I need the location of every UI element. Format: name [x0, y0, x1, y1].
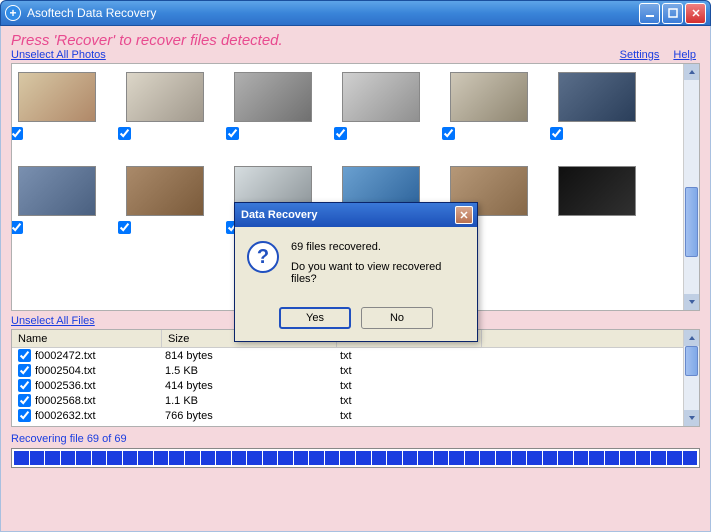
photo-checkbox[interactable] [226, 127, 239, 140]
file-extension: txt [340, 350, 485, 362]
scroll-thumb[interactable] [685, 187, 698, 257]
file-size: 766 bytes [165, 410, 340, 422]
photo-item[interactable] [558, 166, 636, 216]
file-size: 1.1 KB [165, 395, 340, 407]
dialog-message-line2: Do you want to view recovered files? [291, 261, 465, 285]
column-header-empty [482, 330, 699, 347]
photo-thumbnail[interactable] [342, 72, 420, 122]
file-name: f0002504.txt [35, 365, 165, 377]
question-icon: ? [247, 241, 279, 273]
file-checkbox[interactable] [18, 379, 31, 392]
photo-checkbox[interactable] [118, 127, 131, 140]
photo-thumbnail[interactable] [18, 72, 96, 122]
file-checkbox[interactable] [18, 394, 31, 407]
top-link-row: Unselect All Photos Settings Help [11, 49, 700, 61]
file-row[interactable]: f0002504.txt1.5 KBtxt [12, 363, 699, 378]
dialog-close-button[interactable] [455, 206, 473, 224]
progress-bar [11, 448, 700, 468]
title-bar: + Asoftech Data Recovery [0, 0, 711, 26]
file-extension: txt [340, 395, 485, 407]
photo-checkbox[interactable] [11, 127, 23, 140]
file-row[interactable]: f0002536.txt414 bytestxt [12, 378, 699, 393]
app-icon: + [5, 5, 21, 21]
file-row[interactable]: f0002632.txt766 bytestxt [12, 408, 699, 423]
photo-item[interactable] [234, 72, 312, 122]
file-checkbox[interactable] [18, 364, 31, 377]
file-size: 814 bytes [165, 350, 340, 362]
scroll-up-icon[interactable] [684, 64, 699, 80]
maximize-button[interactable] [662, 3, 683, 24]
file-scrollbar[interactable] [683, 330, 699, 426]
photo-thumbnail[interactable] [126, 166, 204, 216]
dialog-message-line1: 69 files recovered. [291, 241, 465, 253]
settings-link[interactable]: Settings [620, 49, 660, 61]
photo-thumbnail[interactable] [558, 166, 636, 216]
photo-thumbnail[interactable] [234, 72, 312, 122]
photo-checkbox[interactable] [442, 127, 455, 140]
photo-checkbox[interactable] [550, 127, 563, 140]
file-checkbox[interactable] [18, 349, 31, 362]
file-name: f0002536.txt [35, 380, 165, 392]
column-header-name[interactable]: Name [12, 330, 162, 347]
photo-item[interactable] [126, 166, 204, 216]
photo-item[interactable] [450, 72, 528, 122]
photo-thumbnail[interactable] [450, 72, 528, 122]
file-extension: txt [340, 410, 485, 422]
close-button[interactable] [685, 3, 706, 24]
photo-checkbox[interactable] [118, 221, 131, 234]
photo-item[interactable] [18, 166, 96, 216]
file-row[interactable]: f0002568.txt1.1 KBtxt [12, 393, 699, 408]
yes-button[interactable]: Yes [279, 307, 351, 329]
scroll-up-icon[interactable] [684, 330, 699, 346]
minimize-button[interactable] [639, 3, 660, 24]
file-row[interactable]: f0002472.txt814 bytestxt [12, 348, 699, 363]
unselect-all-files-link[interactable]: Unselect All Files [11, 315, 95, 327]
window-title: Asoftech Data Recovery [27, 6, 639, 20]
scroll-thumb[interactable] [685, 346, 698, 376]
file-extension: txt [340, 380, 485, 392]
instruction-text: Press 'Recover' to recover files detecte… [11, 32, 700, 49]
photo-item[interactable] [342, 72, 420, 122]
file-name: f0002632.txt [35, 410, 165, 422]
unselect-all-photos-link[interactable]: Unselect All Photos [11, 49, 106, 61]
photo-checkbox[interactable] [334, 127, 347, 140]
file-checkbox[interactable] [18, 409, 31, 422]
file-extension: txt [340, 365, 485, 377]
recovery-dialog: Data Recovery ? 69 files recovered. Do y… [234, 202, 478, 342]
dialog-title-bar: Data Recovery [235, 203, 477, 227]
photo-thumbnail[interactable] [126, 72, 204, 122]
no-button[interactable]: No [361, 307, 433, 329]
photo-item[interactable] [126, 72, 204, 122]
photo-checkbox[interactable] [11, 221, 23, 234]
scroll-down-icon[interactable] [684, 294, 699, 310]
photo-item[interactable] [558, 72, 636, 122]
file-size: 1.5 KB [165, 365, 340, 377]
photo-item[interactable] [18, 72, 96, 122]
file-list-panel: Name Size Extension f0002472.txt814 byte… [11, 329, 700, 427]
photo-scrollbar[interactable] [683, 64, 699, 310]
file-name: f0002568.txt [35, 395, 165, 407]
dialog-title: Data Recovery [239, 209, 455, 221]
scroll-down-icon[interactable] [684, 410, 699, 426]
photo-thumbnail[interactable] [558, 72, 636, 122]
help-link[interactable]: Help [673, 49, 696, 61]
file-size: 414 bytes [165, 380, 340, 392]
progress-label: Recovering file 69 of 69 [11, 433, 700, 445]
file-name: f0002472.txt [35, 350, 165, 362]
window-controls [639, 3, 706, 24]
photo-thumbnail[interactable] [18, 166, 96, 216]
